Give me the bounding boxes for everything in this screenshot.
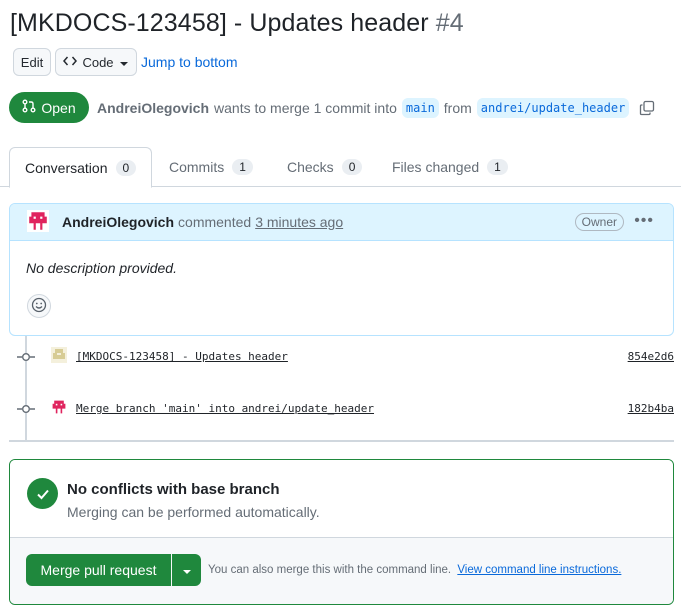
commit-icon: [17, 402, 35, 419]
head-branch[interactable]: andrei/update_header: [476, 98, 630, 118]
owner-badge: Owner: [574, 213, 624, 231]
caret-down-icon: [182, 562, 192, 578]
commit-icon: [17, 350, 35, 367]
merge-hint-text: You can also merge this with the command…: [208, 564, 452, 576]
tab-commits[interactable]: Commits 1: [169, 147, 253, 187]
smiley-icon: [31, 297, 47, 316]
commit-message[interactable]: [MKDOCS-123458] - Updates header: [76, 350, 288, 363]
list-item: [MKDOCS-123458] - Updates header 854e2d6: [17, 347, 674, 367]
pr-author[interactable]: AndreiOlegovich: [97, 100, 209, 116]
merge-hint: You can also merge this with the command…: [208, 564, 621, 576]
code-icon: [63, 55, 78, 70]
list-item: Merge branch 'main' into andrei/update_h…: [17, 399, 674, 419]
tab-files-changed[interactable]: Files changed 1: [392, 147, 508, 187]
code-button-label: Code: [82, 54, 114, 70]
add-reaction-button[interactable]: [27, 294, 51, 318]
pr-meta: AndreiOlegovich wants to merge 1 commit …: [97, 98, 655, 118]
merge-status-subtitle: Merging can be performed automatically.: [67, 504, 320, 520]
comment-box: AndreiOlegovich commented 3 minutes ago …: [9, 203, 674, 336]
comment-body: No description provided.: [26, 260, 177, 276]
avatar[interactable]: [51, 399, 67, 415]
comment-action: commented: [178, 214, 252, 230]
commit-message[interactable]: Merge branch 'main' into andrei/update_h…: [76, 402, 374, 415]
more-options-icon[interactable]: •••: [634, 212, 654, 230]
merge-box: No conflicts with base branch Merging ca…: [9, 459, 674, 605]
merge-actions: Merge pull request You can also merge th…: [10, 538, 673, 604]
avatar[interactable]: [27, 209, 49, 235]
pull-request-icon: [22, 99, 36, 116]
merge-status-title: No conflicts with base branch: [67, 481, 280, 498]
tab-count: 0: [115, 159, 137, 176]
tab-label: Files changed: [392, 159, 480, 175]
caret-down-icon: [119, 55, 129, 70]
pr-summary: wants to merge 1 commit into: [214, 100, 397, 116]
code-button[interactable]: Code: [55, 48, 137, 76]
comment-header: AndreiOlegovich commented 3 minutes ago …: [10, 204, 673, 241]
timeline-divider: [9, 440, 674, 442]
check-icon: [27, 478, 58, 509]
tab-conversation[interactable]: Conversation 0: [9, 147, 153, 188]
state-badge: Open: [9, 92, 89, 123]
jump-to-bottom-link[interactable]: Jump to bottom: [141, 54, 238, 70]
state-label: Open: [41, 99, 76, 116]
pr-title: [MKDOCS-123458] - Updates header: [10, 9, 429, 37]
page-title: [MKDOCS-123458] - Updates header #4: [10, 9, 464, 38]
tab-count: 1: [232, 159, 253, 175]
pr-number: #4: [435, 9, 464, 37]
tab-checks[interactable]: Checks 0: [287, 147, 363, 187]
from-label: from: [443, 100, 472, 116]
commit-sha[interactable]: 854e2d6: [628, 350, 674, 363]
comment-time[interactable]: 3 minutes ago: [255, 214, 343, 230]
merge-pull-request-button[interactable]: Merge pull request: [26, 554, 171, 586]
base-branch[interactable]: main: [401, 98, 439, 118]
tab-count: 0: [341, 159, 363, 175]
comment-author[interactable]: AndreiOlegovich: [62, 214, 174, 230]
merge-button-label: Merge pull request: [40, 562, 157, 578]
pr-tabs: Conversation 0 Commits 1 Checks 0 Files …: [0, 147, 681, 188]
avatar[interactable]: [51, 347, 67, 363]
merge-status: No conflicts with base branch Merging ca…: [10, 460, 673, 538]
edit-button[interactable]: Edit: [13, 48, 51, 76]
tab-label: Conversation: [25, 159, 108, 176]
merge-options-button[interactable]: [172, 554, 201, 586]
tab-label: Checks: [287, 159, 334, 175]
copy-icon[interactable]: [639, 100, 655, 116]
commit-sha[interactable]: 182b4ba: [628, 402, 674, 415]
tab-count: 1: [487, 159, 508, 175]
command-line-instructions-link[interactable]: View command line instructions.: [457, 564, 621, 576]
tab-label: Commits: [169, 159, 225, 175]
edit-button-label: Edit: [20, 54, 44, 70]
